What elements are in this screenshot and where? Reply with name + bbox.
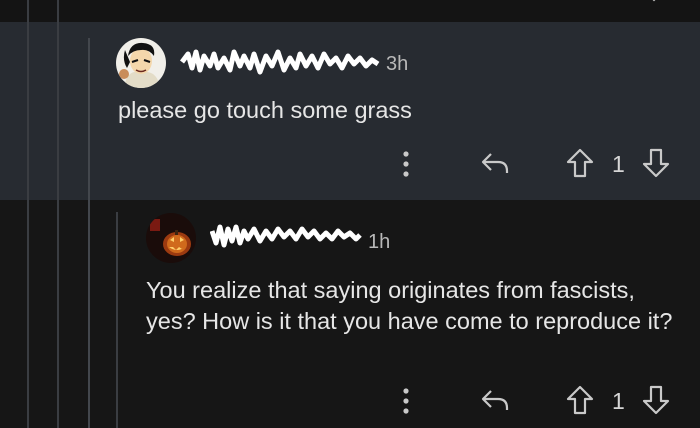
comment-actions: 1 bbox=[396, 146, 686, 180]
comment-header: ████████████ 1h bbox=[146, 213, 686, 263]
thread-line[interactable] bbox=[57, 0, 59, 428]
chevron-icon bbox=[652, 0, 656, 2]
vote-count: 1 bbox=[612, 388, 625, 414]
comment-text: You realize that saying originates from … bbox=[146, 277, 673, 334]
comment-header: ████████████ 3h bbox=[116, 38, 676, 88]
comment-timestamp: 3h bbox=[386, 53, 409, 75]
comment-timestamp: 1h bbox=[368, 231, 391, 253]
upvote-arrow-icon[interactable] bbox=[566, 385, 594, 420]
downvote-arrow-icon[interactable] bbox=[642, 385, 670, 420]
comment: ████████████ 3h please go touch some gra… bbox=[116, 38, 676, 123]
thread-line[interactable] bbox=[27, 0, 29, 428]
more-vertical-icon[interactable] bbox=[400, 150, 412, 183]
comment-actions: 1 bbox=[396, 383, 686, 417]
more-vertical-icon[interactable] bbox=[400, 387, 412, 420]
reply-arrow-icon[interactable] bbox=[480, 387, 510, 418]
username-redacted[interactable] bbox=[180, 48, 380, 76]
username-redacted[interactable] bbox=[210, 221, 362, 251]
thread-line[interactable] bbox=[116, 212, 118, 428]
comment-text: please go touch some grass bbox=[118, 97, 412, 123]
thread-line[interactable] bbox=[88, 38, 90, 428]
comment: ████████████ 1h You realize that saying … bbox=[146, 213, 686, 334]
top-strip bbox=[0, 0, 700, 22]
upvote-arrow-icon[interactable] bbox=[566, 148, 594, 183]
user-avatar[interactable] bbox=[116, 38, 166, 88]
vote-count: 1 bbox=[612, 151, 625, 177]
reply-arrow-icon[interactable] bbox=[480, 150, 510, 181]
downvote-arrow-icon[interactable] bbox=[642, 148, 670, 183]
user-avatar[interactable] bbox=[146, 213, 196, 263]
